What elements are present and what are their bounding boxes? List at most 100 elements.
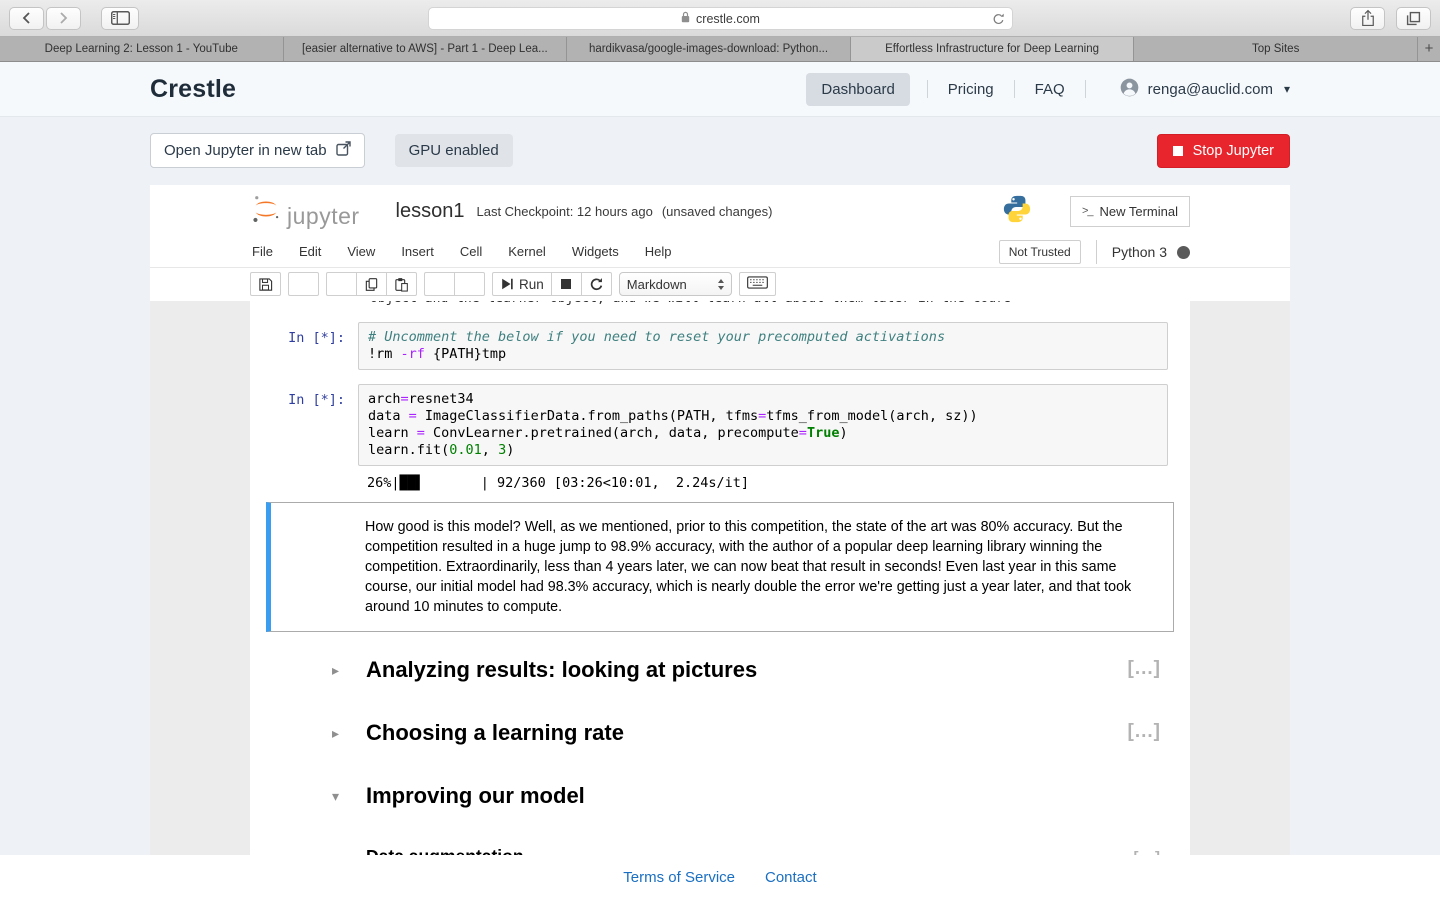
account-email: renga@auclid.com — [1148, 81, 1273, 98]
cell-type-dropdown[interactable]: Markdown — [619, 272, 732, 296]
account-menu[interactable]: renga@auclid.com ▾ — [1120, 78, 1290, 101]
command-palette-button[interactable] — [739, 272, 776, 296]
dropdown-spinner-icon — [718, 279, 724, 290]
collapsed-cells-indicator[interactable]: [...] — [1128, 721, 1162, 743]
stop-jupyter-button[interactable]: Stop Jupyter — [1157, 134, 1290, 168]
collapse-chevron-down-icon[interactable]: ▾ — [332, 788, 339, 805]
browser-sidebar-button[interactable] — [101, 7, 139, 30]
collapse-chevron-right-icon[interactable]: ▸ — [332, 725, 339, 742]
trust-status-button[interactable]: Not Trusted — [999, 240, 1081, 264]
code-cell[interactable]: In [*]:# Uncomment the below if you need… — [250, 322, 1190, 370]
cut-cells-button[interactable] — [326, 272, 357, 296]
browser-tab[interactable]: Top Sites — [1134, 37, 1418, 61]
browser-tab-bar: Deep Learning 2: Lesson 1 - YouTube[easi… — [0, 37, 1440, 62]
nav-pricing[interactable]: Pricing — [945, 81, 997, 98]
cell-prompt: In [*]: — [250, 384, 358, 466]
browser-toolbar: crestle.com — [0, 0, 1440, 37]
collapse-chevron-right-icon[interactable]: ▸ — [332, 850, 338, 855]
contact-link[interactable]: Contact — [765, 869, 817, 886]
save-status: (unsaved changes) — [662, 204, 773, 219]
move-cell-down-button[interactable] — [454, 272, 485, 296]
terms-link[interactable]: Terms of Service — [623, 869, 735, 886]
jupyter-app: jupyter lesson1 Last Checkpoint: 12 hour… — [150, 185, 1290, 855]
move-cell-up-button[interactable] — [424, 272, 455, 296]
paste-cells-button[interactable] — [386, 272, 417, 296]
tabs-icon — [1406, 11, 1421, 26]
tab-overview-button[interactable] — [1396, 7, 1431, 30]
browser-tab[interactable]: Deep Learning 2: Lesson 1 - YouTube — [0, 37, 284, 61]
run-button-label: Run — [519, 277, 544, 292]
menubar-divider — [1096, 240, 1097, 264]
new-terminal-button[interactable]: >_ New Terminal — [1070, 196, 1190, 227]
jupyter-toolbar: Run Markdown — [150, 268, 1290, 301]
share-button[interactable] — [1350, 7, 1385, 30]
save-icon — [258, 277, 273, 292]
insert-cell-button[interactable] — [288, 272, 319, 296]
address-bar[interactable]: crestle.com — [428, 7, 1013, 30]
keyboard-icon — [747, 276, 768, 292]
stop-icon — [1173, 146, 1183, 156]
collapsed-cells-indicator[interactable]: [...] — [1128, 658, 1162, 680]
interrupt-kernel-button[interactable] — [551, 272, 582, 296]
collapsed-cells-indicator[interactable]: [...] — [1134, 849, 1162, 855]
browser-tab[interactable]: hardikvasa/google-images-download: Pytho… — [567, 37, 851, 61]
nav-faq[interactable]: FAQ — [1032, 81, 1068, 98]
kernel-name: Python 3 — [1112, 244, 1167, 260]
cell-code-input[interactable]: # Uncomment the below if you need to res… — [358, 322, 1168, 370]
user-avatar-icon — [1120, 78, 1139, 101]
clipped-text-line: object and the learner object, and we wi… — [370, 301, 1010, 307]
run-button[interactable]: Run — [492, 272, 552, 296]
cell-code-input[interactable]: arch=resnet34data = ImageClassifierData.… — [358, 384, 1168, 466]
notebook-scroll-area[interactable]: object and the learner object, and we wi… — [150, 301, 1290, 855]
browser-tab[interactable]: [easier alternative to AWS] - Part 1 - D… — [284, 37, 568, 61]
jupyter-logo-icon — [250, 193, 282, 230]
browser-forward-button[interactable] — [46, 7, 81, 30]
jupyter-logo[interactable]: jupyter — [250, 193, 360, 230]
section-heading-row: ▸ Data augmentation[...] — [266, 846, 1174, 855]
progress-output: 26%|██▌ | 92/360 [03:26<10:01, 2.24s/it] — [367, 475, 1190, 491]
notebook-container: object and the learner object, and we wi… — [250, 301, 1190, 855]
section-heading[interactable]: Improving our model — [366, 783, 1174, 809]
back-icon — [20, 11, 33, 25]
site-footer: Terms of Service Contact — [0, 855, 1440, 900]
menu-insert[interactable]: Insert — [388, 237, 447, 267]
external-link-icon — [336, 141, 351, 160]
cell-type-value: Markdown — [627, 277, 687, 292]
terminal-prompt-icon: >_ — [1082, 205, 1093, 217]
section-heading[interactable]: Data augmentation — [366, 846, 1174, 855]
section-heading-row: ▸ Choosing a learning rate[...] — [266, 720, 1174, 748]
url-text: crestle.com — [696, 12, 760, 26]
jupyter-menubar: FileEditViewInsertCellKernelWidgetsHelp … — [150, 237, 1290, 268]
new-tab-button[interactable]: + — [1418, 37, 1440, 61]
copy-cells-button[interactable] — [356, 272, 387, 296]
collapse-chevron-right-icon[interactable]: ▸ — [332, 662, 339, 679]
nav-dashboard[interactable]: Dashboard — [806, 73, 909, 106]
chevron-down-icon: ▾ — [1284, 82, 1290, 96]
menu-help[interactable]: Help — [632, 237, 685, 267]
menu-widgets[interactable]: Widgets — [559, 237, 632, 267]
new-terminal-label: New Terminal — [1099, 204, 1178, 219]
menu-file[interactable]: File — [250, 237, 286, 267]
menu-kernel[interactable]: Kernel — [495, 237, 559, 267]
menu-cell[interactable]: Cell — [447, 237, 495, 267]
menu-edit[interactable]: Edit — [286, 237, 334, 267]
notebook-title[interactable]: lesson1 — [396, 200, 465, 223]
section-heading[interactable]: Analyzing results: looking at pictures — [366, 657, 1174, 683]
browser-tab[interactable]: Effortless Infrastructure for Deep Learn… — [851, 37, 1135, 61]
browser-back-button[interactable] — [9, 7, 44, 30]
gpu-enabled-badge: GPU enabled — [395, 134, 513, 167]
menu-view[interactable]: View — [334, 237, 388, 267]
section-heading[interactable]: Choosing a learning rate — [366, 720, 1174, 746]
open-jupyter-button[interactable]: Open Jupyter in new tab — [150, 133, 365, 168]
crestle-logo[interactable]: Crestle — [150, 75, 236, 104]
code-cell[interactable]: In [*]:arch=resnet34data = ImageClassifi… — [250, 384, 1190, 466]
page-body: Open Jupyter in new tab GPU enabled Stop… — [0, 117, 1440, 855]
markdown-cell[interactable]: How good is this model? Well, as we ment… — [266, 502, 1174, 632]
reload-icon[interactable] — [992, 12, 1005, 29]
padlock-icon — [681, 11, 690, 26]
restart-kernel-button[interactable] — [581, 272, 612, 296]
forward-icon — [57, 11, 70, 25]
save-button[interactable] — [250, 272, 281, 296]
restart-icon — [589, 277, 604, 292]
open-jupyter-label: Open Jupyter in new tab — [164, 142, 327, 159]
